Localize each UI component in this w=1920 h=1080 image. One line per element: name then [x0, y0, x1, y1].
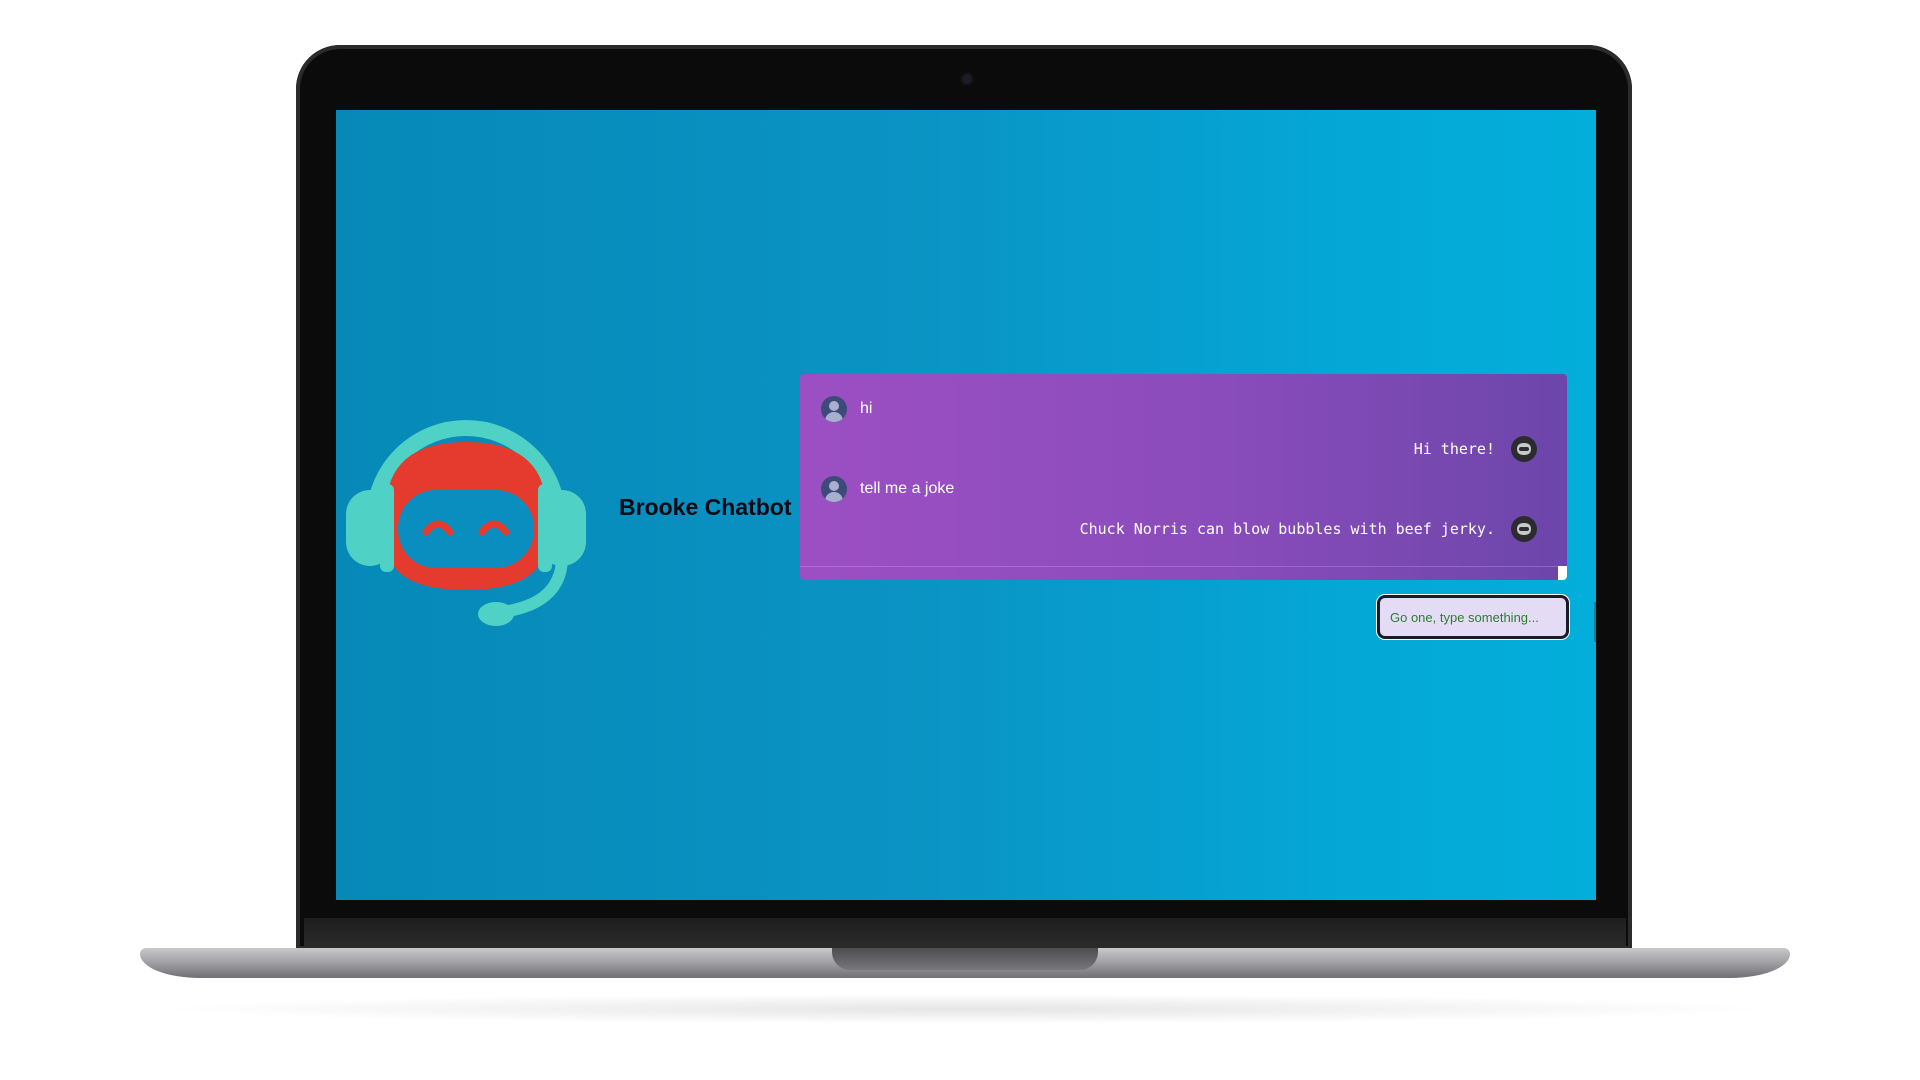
message-text: hi — [860, 400, 873, 417]
chat-divider — [800, 566, 1567, 567]
screen-edge-mark — [1594, 602, 1596, 642]
chat-scrollbar[interactable] — [1558, 566, 1567, 580]
app-screen: Brooke Chatbot hi Hi there! tell me a jo… — [336, 110, 1596, 900]
chat-input[interactable] — [1377, 595, 1569, 639]
laptop-notch — [832, 948, 1098, 970]
user-avatar-icon — [821, 476, 847, 502]
bot-avatar-icon — [1511, 516, 1537, 542]
camera-icon — [962, 74, 972, 84]
laptop-bottom-bezel — [304, 918, 1626, 948]
chat-message-bot: Hi there! — [800, 434, 1567, 464]
robot-headset-icon — [346, 420, 586, 626]
stage: Brooke Chatbot hi Hi there! tell me a jo… — [0, 0, 1920, 1080]
app-title: Brooke Chatbot — [619, 494, 792, 520]
message-text: Chuck Norris can blow bubbles with beef … — [1079, 520, 1495, 538]
user-avatar-icon — [821, 396, 847, 422]
bot-avatar-icon — [1511, 436, 1537, 462]
chat-panel[interactable]: hi Hi there! tell me a joke Chuck Norris… — [800, 374, 1567, 580]
chat-message-user: tell me a joke — [800, 474, 1567, 504]
chat-message-user: hi — [800, 394, 1567, 424]
message-text: tell me a joke — [860, 480, 955, 497]
laptop-shadow — [150, 994, 1780, 1024]
message-text: Hi there! — [1413, 440, 1495, 458]
chat-message-bot: Chuck Norris can blow bubbles with beef … — [800, 514, 1567, 544]
